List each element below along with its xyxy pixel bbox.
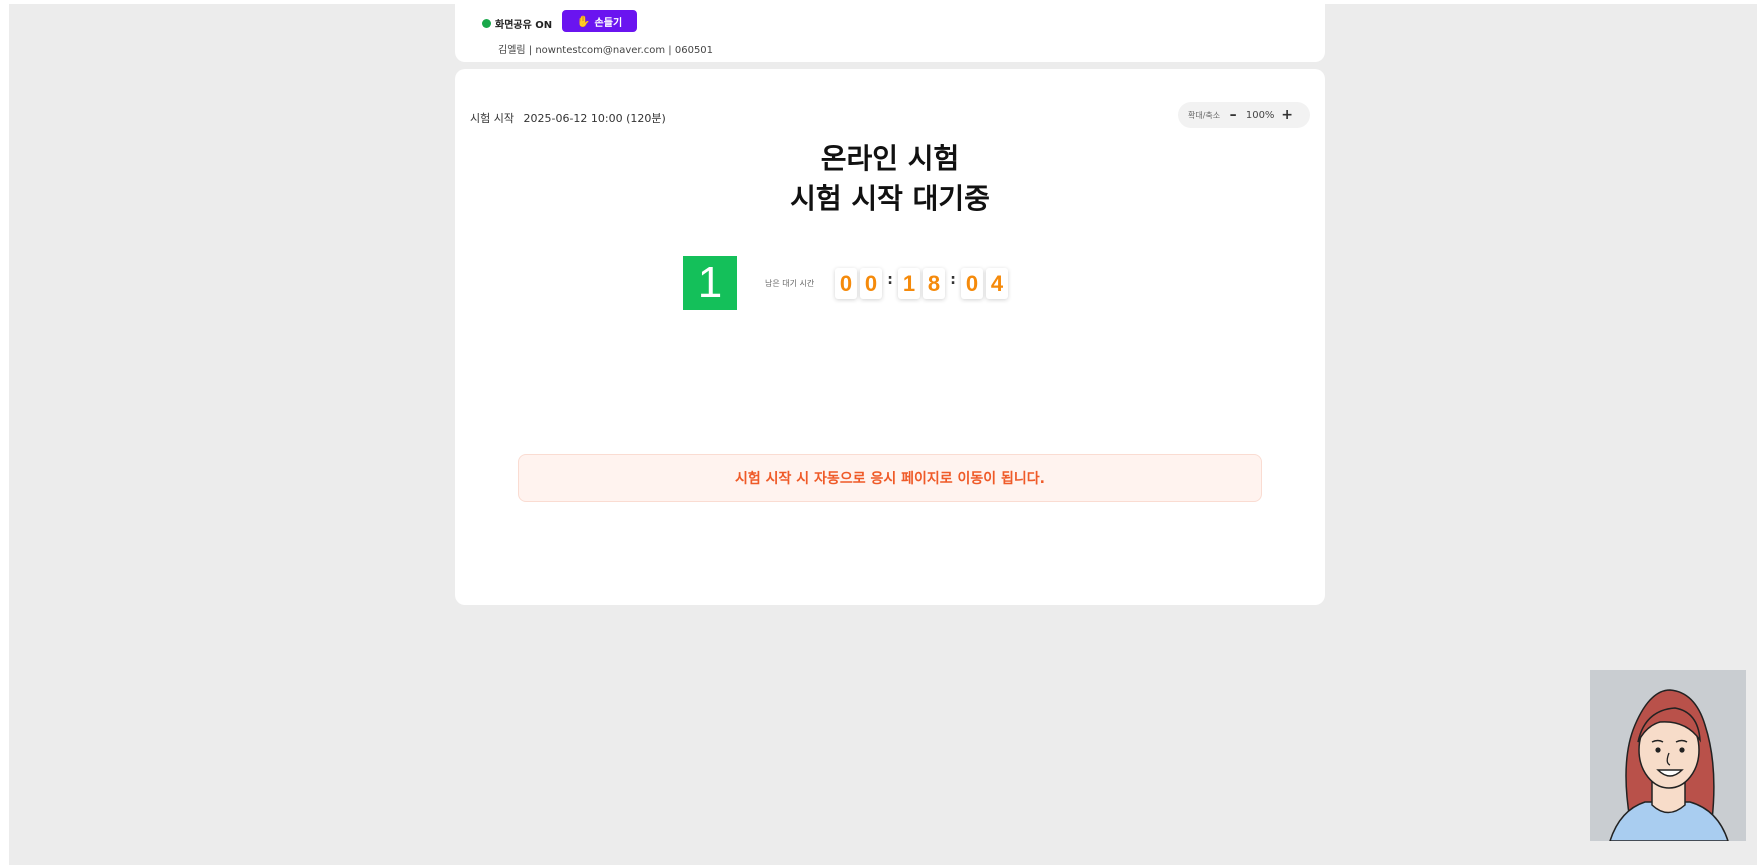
webcam-preview [1590, 670, 1746, 841]
raise-hand-label: 손들기 [594, 17, 623, 29]
timer-digit: 0 [860, 268, 882, 299]
title-line-2: 시험 시작 대기중 [790, 182, 990, 215]
hand-icon: ✋ [576, 15, 591, 28]
timer-digit: 8 [923, 268, 945, 299]
timer-digit: 4 [986, 268, 1008, 299]
user-info: 김엘림 | nowntestcom@naver.com | 060501 [498, 45, 714, 56]
timer-digit: 0 [961, 268, 983, 299]
zoom-in-button[interactable]: + [1280, 107, 1294, 123]
timer-colon: : [950, 271, 956, 288]
zoom-label: 확대/축소 [1188, 110, 1221, 120]
screen-share-label: 화면공유 ON [495, 20, 553, 31]
title-line-1: 온라인 시험 [820, 142, 960, 175]
countdown-timer: 0 0 : 1 8 : 0 4 [835, 268, 1011, 299]
auto-redirect-notice: 시험 시작 시 자동으로 응시 페이지로 이동이 됩니다. [518, 454, 1262, 502]
timer-digit: 1 [898, 268, 920, 299]
page-title: 온라인 시험 시험 시작 대기중 [455, 139, 1325, 219]
zoom-value: 100% [1245, 109, 1275, 121]
avatar-illustration-icon [1590, 670, 1746, 841]
exam-start-time: 시험 시작 2025-06-12 10:00 (120분) [470, 110, 666, 126]
timer-digit: 0 [835, 268, 857, 299]
zoom-control: 확대/축소 – 100% + [1178, 102, 1310, 128]
start-label: 시험 시작 [470, 112, 514, 125]
status-dot-icon [482, 19, 491, 28]
countdown-number: 1 [683, 256, 737, 310]
remaining-time-label: 남은 대기 시간 [765, 279, 815, 288]
timer-colon: : [887, 271, 893, 288]
start-value: 2025-06-12 10:00 (120분) [523, 112, 666, 125]
screen-share-status: 화면공유 ON [482, 16, 552, 31]
header-card: 화면공유 ON ✋ 손들기 김엘림 | nowntestcom@naver.co… [455, 4, 1325, 62]
zoom-out-button[interactable]: – [1226, 107, 1240, 123]
raise-hand-button[interactable]: ✋ 손들기 [562, 10, 637, 32]
exam-card: 시험 시작 2025-06-12 10:00 (120분) 확대/축소 – 10… [455, 69, 1325, 605]
